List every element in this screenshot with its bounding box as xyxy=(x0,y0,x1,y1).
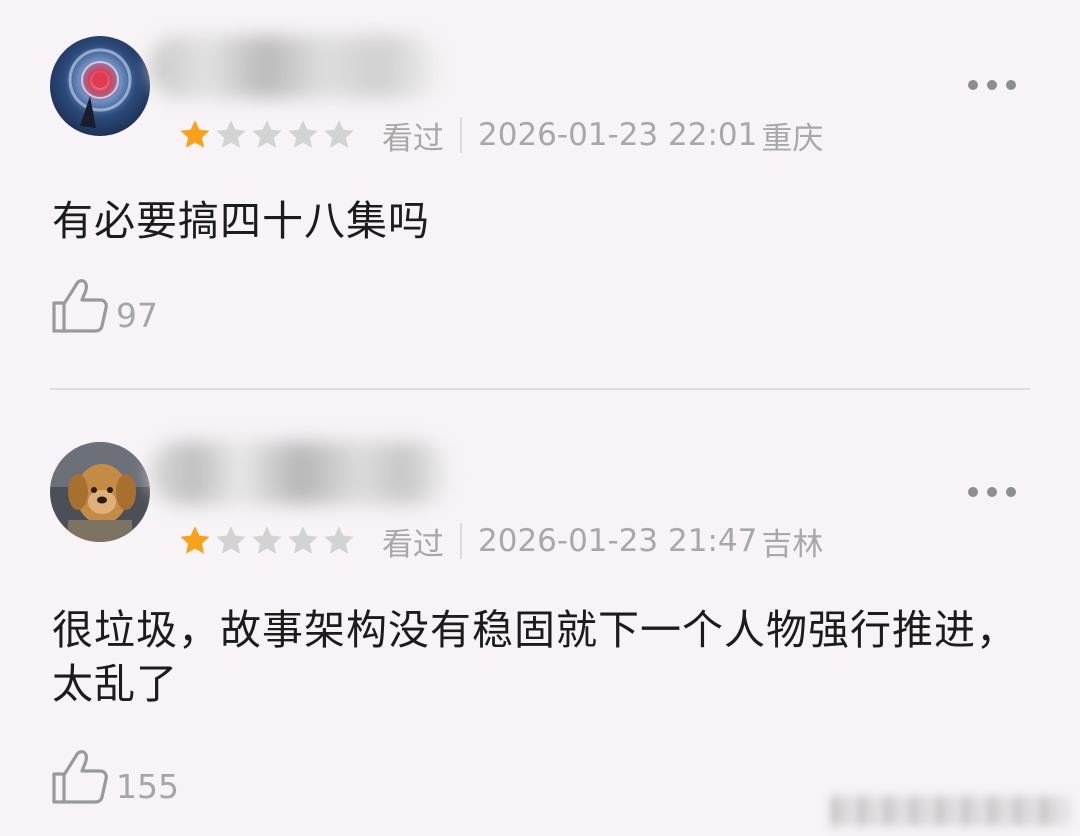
like-button[interactable]: 97 xyxy=(50,275,158,335)
more-button[interactable] xyxy=(968,80,1016,90)
review-content: 很垃圾，故事架构没有稳固就下一个人物强行推进，太乱了 xyxy=(52,606,1018,708)
review-meta: 看过 2026-01-23 22:01 重庆 xyxy=(178,115,824,157)
star-icon xyxy=(324,526,354,554)
rating-stars xyxy=(178,118,356,152)
username-blurred[interactable] xyxy=(150,36,440,98)
rating-stars xyxy=(178,524,356,558)
meta-divider xyxy=(460,117,462,153)
review-time: 2026-01-23 22:01 xyxy=(478,117,758,153)
star-icon xyxy=(252,526,282,554)
user-avatar[interactable] xyxy=(50,36,150,136)
star-icon xyxy=(180,526,210,554)
like-count: 155 xyxy=(116,767,179,806)
more-button[interactable] xyxy=(968,487,1016,497)
watch-status: 看过 xyxy=(382,526,444,563)
more-icon xyxy=(987,80,997,90)
more-icon xyxy=(1006,80,1016,90)
more-icon xyxy=(1006,487,1016,497)
review-time: 2026-01-23 21:47 xyxy=(478,523,758,559)
review-location: 重庆 xyxy=(761,120,824,157)
watch-status: 看过 xyxy=(382,120,444,157)
star-icon xyxy=(288,120,318,148)
star-icon xyxy=(324,120,354,148)
thumbs-up-icon xyxy=(50,275,110,335)
more-icon xyxy=(968,487,978,497)
like-button[interactable]: 155 xyxy=(50,746,179,806)
review-location: 吉林 xyxy=(761,526,824,563)
star-icon xyxy=(180,120,210,148)
review-meta: 看过 2026-01-23 21:47 吉林 xyxy=(178,521,824,563)
star-icon xyxy=(288,526,318,554)
username-blurred[interactable] xyxy=(150,442,450,504)
user-avatar[interactable] xyxy=(50,442,150,542)
meta-divider xyxy=(460,523,462,559)
watermark xyxy=(832,796,1068,826)
star-icon xyxy=(252,120,282,148)
thumbs-up-icon xyxy=(50,746,110,806)
star-icon xyxy=(216,120,246,148)
more-icon xyxy=(987,487,997,497)
review-divider xyxy=(50,388,1030,390)
star-icon xyxy=(216,526,246,554)
like-count: 97 xyxy=(116,296,158,335)
review-content: 有必要搞四十八集吗 xyxy=(52,197,430,245)
more-icon xyxy=(968,80,978,90)
